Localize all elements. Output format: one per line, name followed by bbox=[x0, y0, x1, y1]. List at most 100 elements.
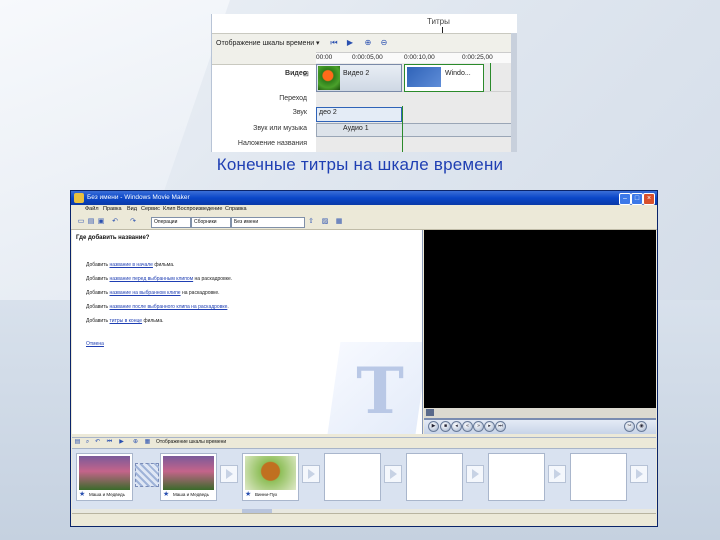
audio-clip[interactable]: део 2 bbox=[316, 107, 402, 122]
play-icon[interactable]: ▶ bbox=[344, 37, 356, 48]
effect-star-icon[interactable]: ★ bbox=[163, 490, 169, 498]
menu-help[interactable]: Справка bbox=[225, 206, 247, 212]
effect-star-icon[interactable]: ★ bbox=[79, 490, 85, 498]
window-title: Без имени - Windows Movie Maker bbox=[87, 194, 190, 201]
zoom-in-icon[interactable]: ⊕ bbox=[362, 37, 374, 48]
empty-clip-slot[interactable] bbox=[488, 453, 545, 501]
title-option[interactable]: Добавить название перед выбранным клипом… bbox=[86, 276, 232, 282]
collapse-icon[interactable]: ⊟ bbox=[303, 70, 309, 78]
cancel-link[interactable]: Отмена bbox=[86, 341, 104, 347]
title-option[interactable]: Добавить название в начале фильма. bbox=[86, 262, 174, 268]
views-icon[interactable]: ▦ bbox=[335, 217, 343, 226]
transition-slot[interactable] bbox=[548, 465, 566, 483]
play-icon[interactable]: ▶ bbox=[118, 439, 125, 446]
clip-label: део 2 bbox=[319, 109, 337, 116]
clip-label: Аудио 1 bbox=[343, 125, 369, 132]
new-project-icon[interactable]: ▭ bbox=[77, 217, 85, 226]
storyboard-clip[interactable]: ★ Винни-Пух bbox=[242, 453, 299, 501]
rewind-icon[interactable]: ⏮ bbox=[106, 439, 113, 446]
redo-icon[interactable]: ↷ bbox=[129, 217, 137, 226]
playhead-marker bbox=[402, 106, 403, 152]
chevron-down-icon[interactable]: ▾ bbox=[316, 39, 320, 47]
timeline-view-icon[interactable]: ▦ bbox=[144, 439, 151, 446]
next-frame-button[interactable]: ▸ bbox=[484, 421, 495, 432]
zoom-out-icon[interactable]: ⊖ bbox=[378, 37, 390, 48]
empty-clip-slot[interactable] bbox=[570, 453, 627, 501]
tick-label: 0:00:25,00 bbox=[462, 54, 493, 61]
transition-slot[interactable] bbox=[384, 465, 402, 483]
menu-bar: Файл Правка Вид Сервис Клип Воспроизведе… bbox=[71, 205, 657, 215]
playhead-marker bbox=[490, 63, 491, 91]
transition-cell[interactable] bbox=[135, 463, 159, 487]
empty-clip-slot[interactable] bbox=[406, 453, 463, 501]
title-option[interactable]: Добавить название на выбранном клипе на … bbox=[86, 290, 220, 296]
storyboard-clip[interactable]: ★ Маша и Медведь bbox=[160, 453, 217, 501]
menu-edit[interactable]: Правка bbox=[103, 206, 122, 212]
clip-label: Windo... bbox=[445, 70, 471, 77]
effect-star-icon[interactable]: ★ bbox=[245, 490, 251, 498]
storyboard-icon[interactable]: ▤ bbox=[74, 439, 81, 446]
clip-thumbnail bbox=[318, 66, 340, 90]
rewind-icon[interactable]: ⏮ bbox=[328, 37, 340, 48]
end-button[interactable]: ⏭ bbox=[495, 421, 506, 432]
clip-thumbnail bbox=[245, 456, 296, 490]
title-option-end-credits[interactable]: Добавить титры в конце фильма. bbox=[86, 318, 164, 324]
save-project-icon[interactable]: ▣ bbox=[97, 217, 105, 226]
seek-bar[interactable] bbox=[424, 418, 656, 420]
snapshot-button[interactable]: ◉ bbox=[636, 421, 647, 432]
maximize-button[interactable]: □ bbox=[631, 193, 643, 205]
clip-caption: Маша и Медведь bbox=[173, 492, 209, 497]
storyboard-clip[interactable]: ★ Маша и Медведь bbox=[76, 453, 133, 501]
clip-label: Видео 2 bbox=[343, 70, 370, 77]
collection-select[interactable]: Без имени bbox=[231, 217, 305, 228]
track-label-title-overlay: Наложение названия bbox=[237, 140, 307, 147]
undo-icon[interactable]: ↶ bbox=[94, 439, 101, 446]
collections-button[interactable]: Сборники bbox=[191, 217, 231, 228]
menu-tools[interactable]: Сервис bbox=[141, 206, 160, 212]
title-watermark-icon: T bbox=[356, 354, 404, 429]
undo-icon[interactable]: ↶ bbox=[111, 217, 119, 226]
slide-caption: Конечные титры на шкале времени bbox=[216, 155, 504, 174]
timeline-scrollbar[interactable] bbox=[511, 33, 517, 152]
menu-file[interactable]: Файл bbox=[85, 206, 99, 212]
previous-frame-button[interactable]: ◂ bbox=[451, 421, 462, 432]
up-folder-icon[interactable]: ⇧ bbox=[307, 217, 315, 226]
play-button[interactable]: ▶ bbox=[428, 421, 439, 432]
tick-label: 00:00 bbox=[316, 54, 333, 61]
timeline-mode-label[interactable]: Отображение шкалы времени bbox=[216, 40, 314, 47]
close-button[interactable]: × bbox=[643, 193, 655, 205]
new-folder-icon[interactable]: ▨ bbox=[321, 217, 329, 226]
titles-pointer-label: Титры bbox=[427, 17, 450, 26]
menu-clip[interactable]: Клип bbox=[163, 206, 175, 212]
app-icon bbox=[74, 193, 84, 203]
video-clip[interactable]: Видео 2 bbox=[316, 64, 402, 92]
transition-slot[interactable] bbox=[220, 465, 238, 483]
preview-monitor bbox=[424, 230, 656, 408]
split-button[interactable]: ✂ bbox=[624, 421, 635, 432]
menu-view[interactable]: Вид bbox=[127, 206, 137, 212]
tasks-button[interactable]: Операции bbox=[151, 217, 191, 228]
audio-track: део 2 bbox=[316, 106, 517, 123]
transition-slot[interactable] bbox=[302, 465, 320, 483]
transition-slot[interactable] bbox=[466, 465, 484, 483]
minimize-button[interactable]: – bbox=[619, 193, 631, 205]
video-clip-selected[interactable]: Windo... bbox=[404, 64, 484, 92]
monitor-controls: ▶ ■ ◂ « » ▸ ⏭ ✂ ◉ bbox=[424, 418, 656, 434]
transition-slot[interactable] bbox=[630, 465, 648, 483]
menu-playback[interactable]: Воспроизведение bbox=[177, 206, 222, 212]
monitor-icon bbox=[426, 409, 434, 416]
storyboard-mode-label[interactable]: Отображение шкалы времени bbox=[156, 439, 226, 445]
timeline-header: Отображение шкалы времени ▾ ⏮ ▶ ⊕ ⊖ 00:0… bbox=[212, 33, 517, 65]
title-option[interactable]: Добавить название после выбранного клипа… bbox=[86, 304, 229, 310]
stop-button[interactable]: ■ bbox=[440, 421, 451, 432]
empty-clip-slot[interactable] bbox=[324, 453, 381, 501]
zoom-in-icon[interactable]: ⊕ bbox=[132, 439, 139, 446]
zoom-icon[interactable]: ⌕ bbox=[84, 439, 91, 446]
forward-button[interactable]: » bbox=[473, 421, 484, 432]
rewind-button[interactable]: « bbox=[462, 421, 473, 432]
open-project-icon[interactable]: ▤ bbox=[87, 217, 95, 226]
music-clip[interactable]: Аудио 1 bbox=[316, 123, 517, 137]
clip-thumbnail bbox=[407, 67, 441, 87]
task-pane: Где добавить название? Добавить название… bbox=[72, 230, 423, 434]
clip-caption: Маша и Медведь bbox=[89, 492, 125, 497]
